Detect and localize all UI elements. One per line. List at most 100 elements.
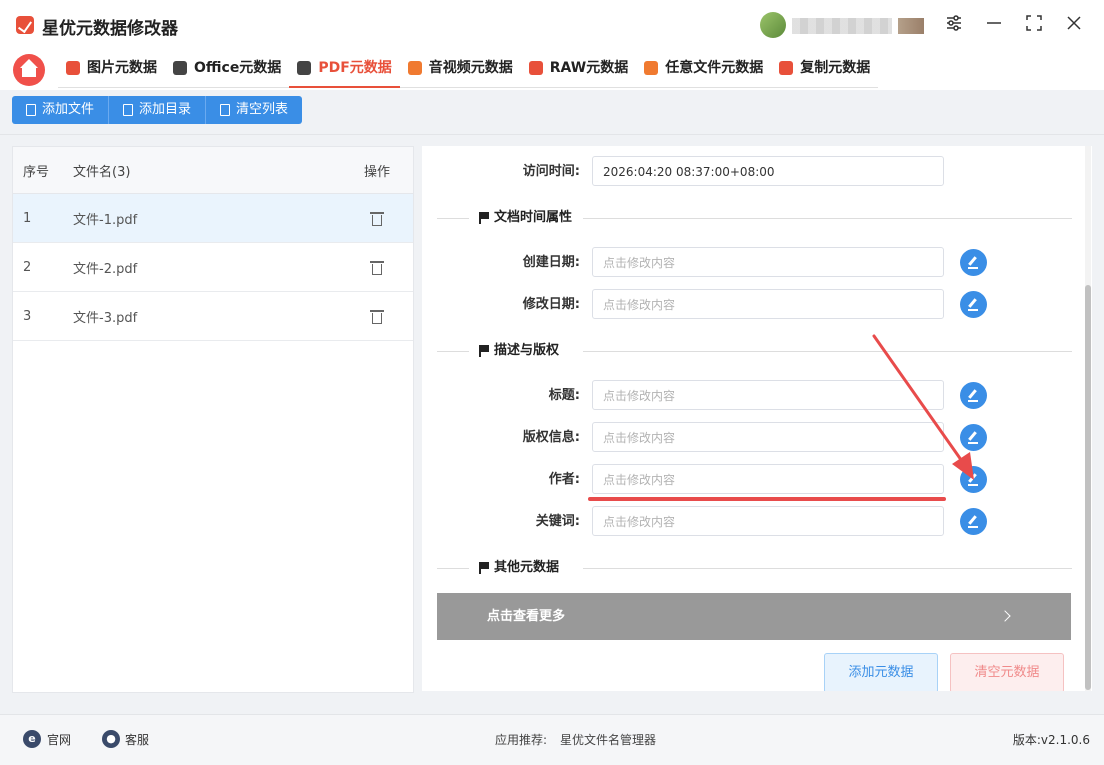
tab-label: PDF元数据 (318, 60, 392, 76)
app-window: 星优元数据修改器 图片元数据 Office元数据 PDF元数据 音视频元数据 R… (0, 0, 1104, 765)
flag-icon (479, 345, 489, 357)
flag-icon (479, 562, 489, 574)
section-doc-time: 文档时间属性 (437, 208, 1072, 228)
tab-label: 音视频元数据 (428, 60, 513, 76)
scrollbar-thumb[interactable] (1085, 285, 1091, 690)
author-row: 作者: 点击修改内容 (422, 464, 1092, 498)
raw-icon (528, 61, 543, 75)
edit-modified-date-button[interactable] (960, 291, 987, 318)
tab-strip: 图片元数据 Office元数据 PDF元数据 音视频元数据 RAW元数据 任意文… (58, 50, 879, 88)
access-time-field[interactable]: 2026:04:20 08:37:00+08:00 (592, 156, 944, 186)
recommend-label: 应用推荐: (495, 733, 548, 747)
clear-list-button[interactable]: 清空列表 (206, 96, 303, 124)
clear-metadata-button[interactable]: 清空元数据 (950, 653, 1064, 691)
chevron-right-icon (999, 610, 1011, 622)
support-link[interactable]: 客服 (125, 731, 149, 748)
modified-date-field[interactable]: 点击修改内容 (592, 289, 944, 319)
flag-icon (479, 212, 489, 224)
add-file-label: 添加文件 (42, 102, 95, 117)
table-row[interactable]: 1 文件-1.pdf (13, 194, 413, 243)
section-other-metadata: 其他元数据 (437, 558, 1072, 578)
toolbar: 添加文件 添加目录 清空列表 (12, 96, 303, 124)
tab-any-file-metadata[interactable]: 任意文件元数据 (636, 50, 771, 86)
app-title: 星优元数据修改器 (42, 19, 178, 39)
tab-image-metadata[interactable]: 图片元数据 (58, 50, 165, 86)
pdf-icon (297, 61, 312, 75)
add-directory-button[interactable]: 添加目录 (109, 96, 207, 124)
tab-copy-metadata[interactable]: 复制元数据 (771, 50, 878, 86)
row-index: 2 (23, 259, 32, 275)
version-label: 版本:v2.1.0.6 (1012, 733, 1090, 747)
access-time-label: 访问时间: (522, 164, 580, 179)
metadata-panel: 访问时间: 2026:04:20 08:37:00+08:00 文档时间属性 创… (422, 146, 1092, 691)
video-icon (407, 61, 422, 75)
home-icon[interactable] (13, 54, 45, 86)
tab-raw-metadata[interactable]: RAW元数据 (521, 50, 636, 86)
image-icon (66, 61, 80, 75)
created-date-label: 创建日期: (522, 255, 580, 270)
row-index: 3 (23, 308, 32, 324)
tab-label: 复制元数据 (800, 60, 871, 76)
copyright-label: 版权信息: (522, 430, 580, 445)
website-link[interactable]: 官网 (47, 731, 71, 748)
title-row: 标题: 点击修改内容 (422, 380, 1092, 414)
keywords-label: 关键词: (535, 514, 580, 529)
status-bar: e 官网 ● 客服 应用推荐: 星优文件名管理器 版本:v2.1.0.6 (0, 714, 1104, 765)
header-index: 序号 (23, 164, 50, 180)
edit-created-date-button[interactable] (960, 249, 987, 276)
tab-label: 图片元数据 (87, 60, 157, 76)
keywords-field[interactable]: 点击修改内容 (592, 506, 944, 536)
tab-av-metadata[interactable]: 音视频元数据 (400, 50, 521, 86)
title-bar: 星优元数据修改器 (0, 0, 1104, 50)
close-icon[interactable] (1063, 14, 1085, 36)
nav-bar: 图片元数据 Office元数据 PDF元数据 音视频元数据 RAW元数据 任意文… (0, 50, 1104, 90)
section-title: 文档时间属性 (494, 210, 573, 225)
app-logo-icon (16, 16, 34, 34)
delete-icon[interactable] (370, 309, 384, 324)
modified-date-row: 修改日期: 点击修改内容 (422, 289, 1092, 323)
title-label: 标题: (548, 388, 580, 403)
file-list-header: 序号 文件名(3) 操作 (13, 147, 413, 194)
add-directory-label: 添加目录 (139, 102, 192, 117)
show-more-bar[interactable]: 点击查看更多 (437, 593, 1071, 640)
maximize-icon[interactable] (1023, 14, 1045, 36)
header-filename: 文件名(3) (73, 164, 131, 180)
header-action: 操作 (363, 164, 390, 180)
file-list: 序号 文件名(3) 操作 1 文件-1.pdf 2 文件-2.pdf 3 文件-… (12, 146, 414, 693)
table-row[interactable]: 3 文件-3.pdf (13, 292, 413, 341)
modified-date-label: 修改日期: (522, 297, 580, 312)
keywords-row: 关键词: 点击修改内容 (422, 506, 1092, 540)
add-metadata-button[interactable]: 添加元数据 (824, 653, 938, 691)
row-index: 1 (23, 210, 32, 226)
clear-list-label: 清空列表 (236, 102, 289, 117)
minimize-icon[interactable] (983, 14, 1005, 36)
access-time-row: 访问时间: 2026:04:20 08:37:00+08:00 (422, 156, 1092, 190)
copy-icon (779, 61, 794, 75)
created-date-row: 创建日期: 点击修改内容 (422, 247, 1092, 281)
table-row[interactable]: 2 文件-2.pdf (13, 243, 413, 292)
delete-icon[interactable] (370, 260, 384, 275)
trash-icon (220, 104, 231, 116)
show-more-label: 点击查看更多 (487, 609, 566, 624)
copyright-row: 版权信息: 点击修改内容 (422, 422, 1092, 456)
folder-icon (123, 104, 134, 116)
section-title: 其他元数据 (494, 560, 560, 575)
delete-icon[interactable] (370, 211, 384, 226)
website-icon[interactable]: e (23, 730, 41, 748)
user-avatar[interactable] (760, 12, 786, 38)
tab-pdf-metadata[interactable]: PDF元数据 (289, 50, 400, 88)
row-filename: 文件-3.pdf (73, 310, 138, 326)
tab-label: RAW元数据 (549, 60, 629, 76)
row-filename: 文件-1.pdf (73, 212, 138, 228)
office-icon (173, 61, 187, 75)
file-icon (26, 104, 36, 116)
add-file-button[interactable]: 添加文件 (12, 96, 110, 124)
chat-icon[interactable]: ● (102, 730, 120, 748)
edit-keywords-button[interactable] (960, 508, 987, 535)
tab-label: Office元数据 (194, 60, 282, 76)
settings-sliders-icon[interactable] (943, 14, 965, 36)
created-date-field[interactable]: 点击修改内容 (592, 247, 944, 277)
author-label: 作者: (548, 472, 580, 487)
tab-office-metadata[interactable]: Office元数据 (165, 50, 289, 86)
recommend-app-link[interactable]: 星优文件名管理器 (560, 731, 656, 748)
